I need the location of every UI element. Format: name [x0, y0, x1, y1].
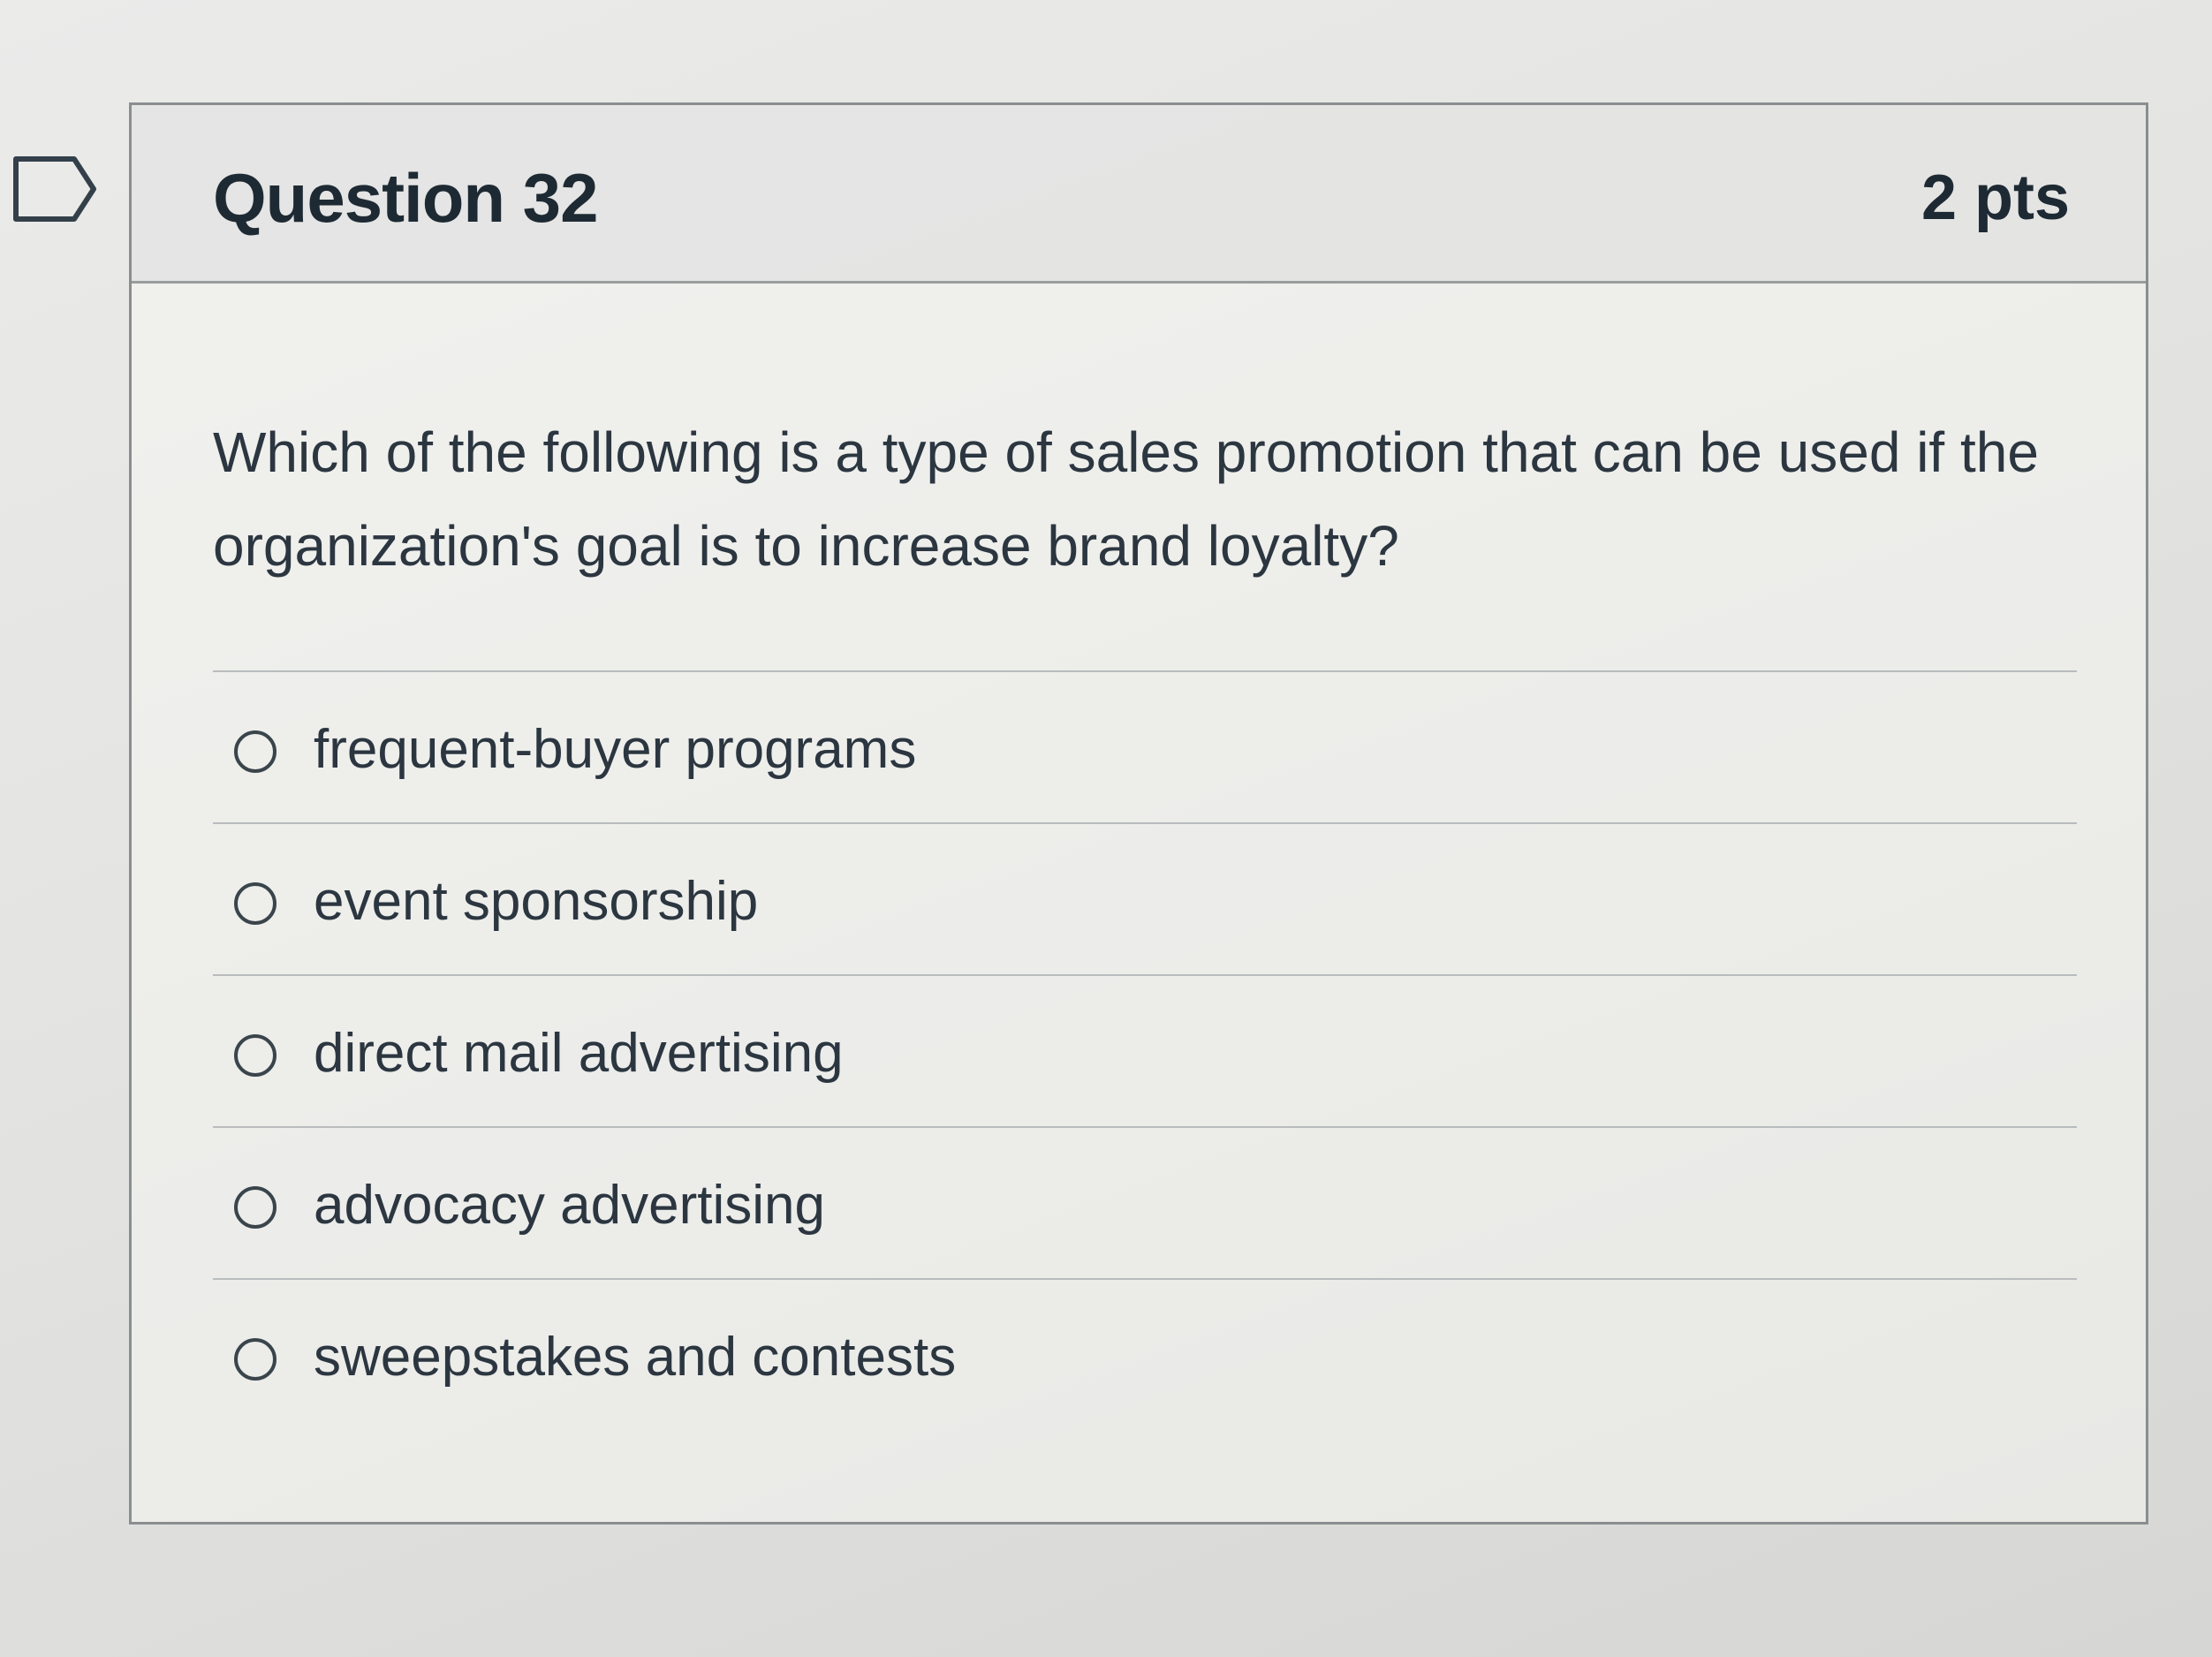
answer-label[interactable]: event sponsorship	[314, 870, 758, 933]
question-header: Question 32 2 pts	[132, 105, 2146, 284]
radio-button[interactable]	[234, 1034, 276, 1077]
radio-button[interactable]	[234, 882, 276, 925]
answer-label[interactable]: direct mail advertising	[314, 1022, 844, 1085]
answer-label[interactable]: sweepstakes and contests	[314, 1326, 956, 1388]
answer-label[interactable]: frequent-buyer programs	[314, 718, 916, 781]
answers-list: frequent-buyer programs event sponsorshi…	[213, 672, 2077, 1432]
flag-question-icon[interactable]	[12, 155, 97, 223]
radio-button[interactable]	[234, 1186, 276, 1229]
answer-option-frequent-buyer-programs[interactable]: frequent-buyer programs	[213, 672, 2077, 824]
answer-option-event-sponsorship[interactable]: event sponsorship	[213, 824, 2077, 976]
radio-button[interactable]	[234, 730, 276, 773]
answer-option-sweepstakes-and-contests[interactable]: sweepstakes and contests	[213, 1280, 2077, 1432]
answer-option-advocacy-advertising[interactable]: advocacy advertising	[213, 1128, 2077, 1280]
question-title: Question 32	[213, 159, 598, 237]
question-points: 2 pts	[1920, 163, 2070, 233]
answer-option-direct-mail-advertising[interactable]: direct mail advertising	[213, 976, 2077, 1128]
answer-label[interactable]: advocacy advertising	[314, 1174, 825, 1237]
radio-button[interactable]	[234, 1338, 276, 1381]
question-card: Question 32 2 pts Which of the following…	[129, 102, 2148, 1525]
question-text: Which of the following is a type of sale…	[213, 420, 2039, 578]
